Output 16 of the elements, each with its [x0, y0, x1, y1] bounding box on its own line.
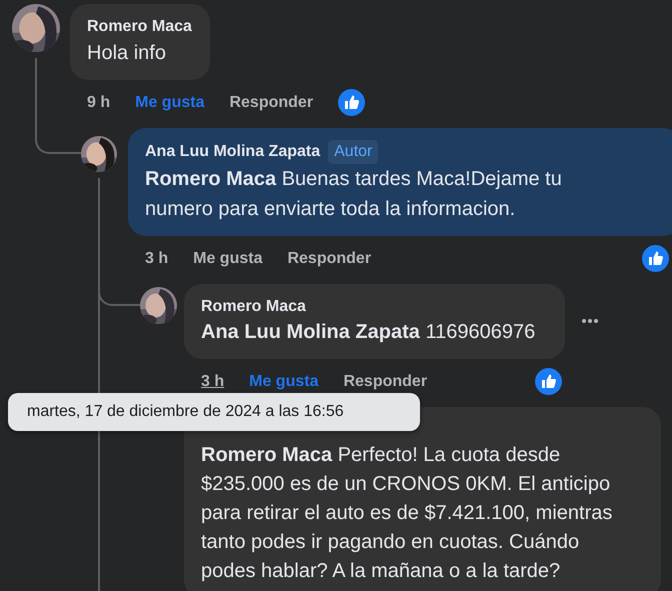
- comment-time-link[interactable]: 3 h: [201, 370, 224, 392]
- timestamp-tooltip: martes, 17 de diciembre de 2024 a las 16:56: [8, 393, 420, 431]
- author-name[interactable]: Romero Maca: [201, 297, 306, 317]
- comment-text: Romero Maca Perfecto! La cuota desde $235.000 es de un CRONOS 0KM. El anticipo para retirar el auto es de $7.421.100, mientras tanto podes ir pagando en cuotas. Cuándo podes hablar? A la mañana o a la tarde?: [201, 443, 614, 584]
- reply-link[interactable]: Responder: [229, 92, 314, 114]
- comment-time-link[interactable]: 3 h: [145, 248, 168, 270]
- comment-text: Hola info: [87, 41, 167, 66]
- comment-text: Romero Maca Buenas tardes Maca!Dejame tu numero para enviarte toda la informacion.: [145, 167, 563, 222]
- author-name[interactable]: Ana Luu Molina Zapata: [145, 142, 320, 162]
- comment-time-link[interactable]: 9 h: [87, 92, 110, 114]
- comment-text: Ana Luu Molina Zapata 1169606976: [201, 320, 536, 345]
- reply-link[interactable]: Responder: [287, 248, 372, 270]
- author-name[interactable]: Romero Maca: [87, 17, 192, 37]
- like-link[interactable]: Me gusta: [193, 248, 262, 270]
- author-badge: Autor: [328, 140, 378, 164]
- reply-link[interactable]: Responder: [343, 370, 428, 392]
